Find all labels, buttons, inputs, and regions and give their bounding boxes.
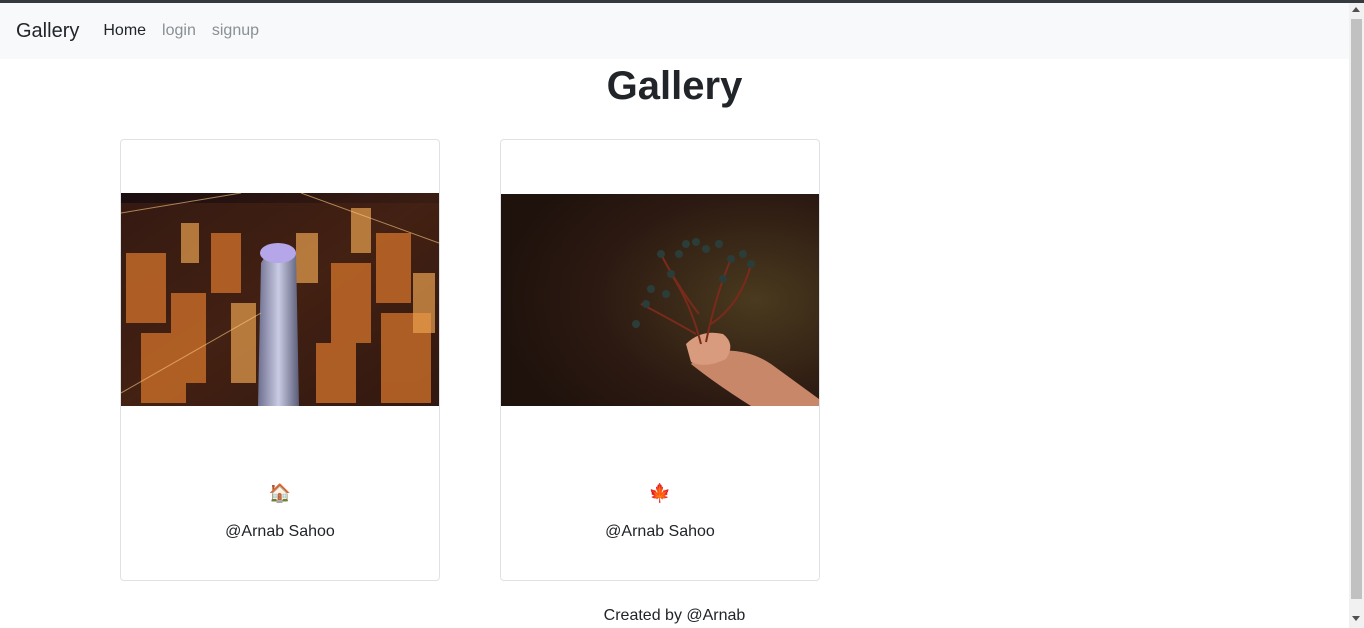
vertical-scrollbar[interactable] <box>1349 3 1364 628</box>
page-title: Gallery <box>606 64 743 108</box>
navbar: Gallery Home login signup <box>0 3 1349 59</box>
navbar-brand[interactable]: Gallery <box>16 20 79 43</box>
card-author: @Arnab Sahoo <box>225 523 335 540</box>
maple-leaf-icon: 🍁 <box>648 483 672 503</box>
footer-credit: Created by @Arnab <box>603 607 746 624</box>
card-image-city <box>121 193 439 406</box>
scroll-up-arrow-icon[interactable] <box>1352 7 1360 12</box>
nav-link-login[interactable]: login <box>162 22 196 40</box>
house-icon: 🏠 <box>268 483 292 503</box>
berries-photo <box>501 194 819 406</box>
nav-link-home[interactable]: Home <box>103 22 146 40</box>
city-photo <box>121 193 439 406</box>
scroll-thumb[interactable] <box>1351 19 1362 599</box>
gallery-card: 🍁 @Arnab Sahoo <box>500 139 820 581</box>
card-author: @Arnab Sahoo <box>605 523 715 540</box>
scroll-down-arrow-icon[interactable] <box>1352 616 1360 621</box>
card-image-berries <box>501 194 819 406</box>
nav-link-signup[interactable]: signup <box>212 22 259 40</box>
gallery-card: 🏠 @Arnab Sahoo <box>120 139 440 581</box>
